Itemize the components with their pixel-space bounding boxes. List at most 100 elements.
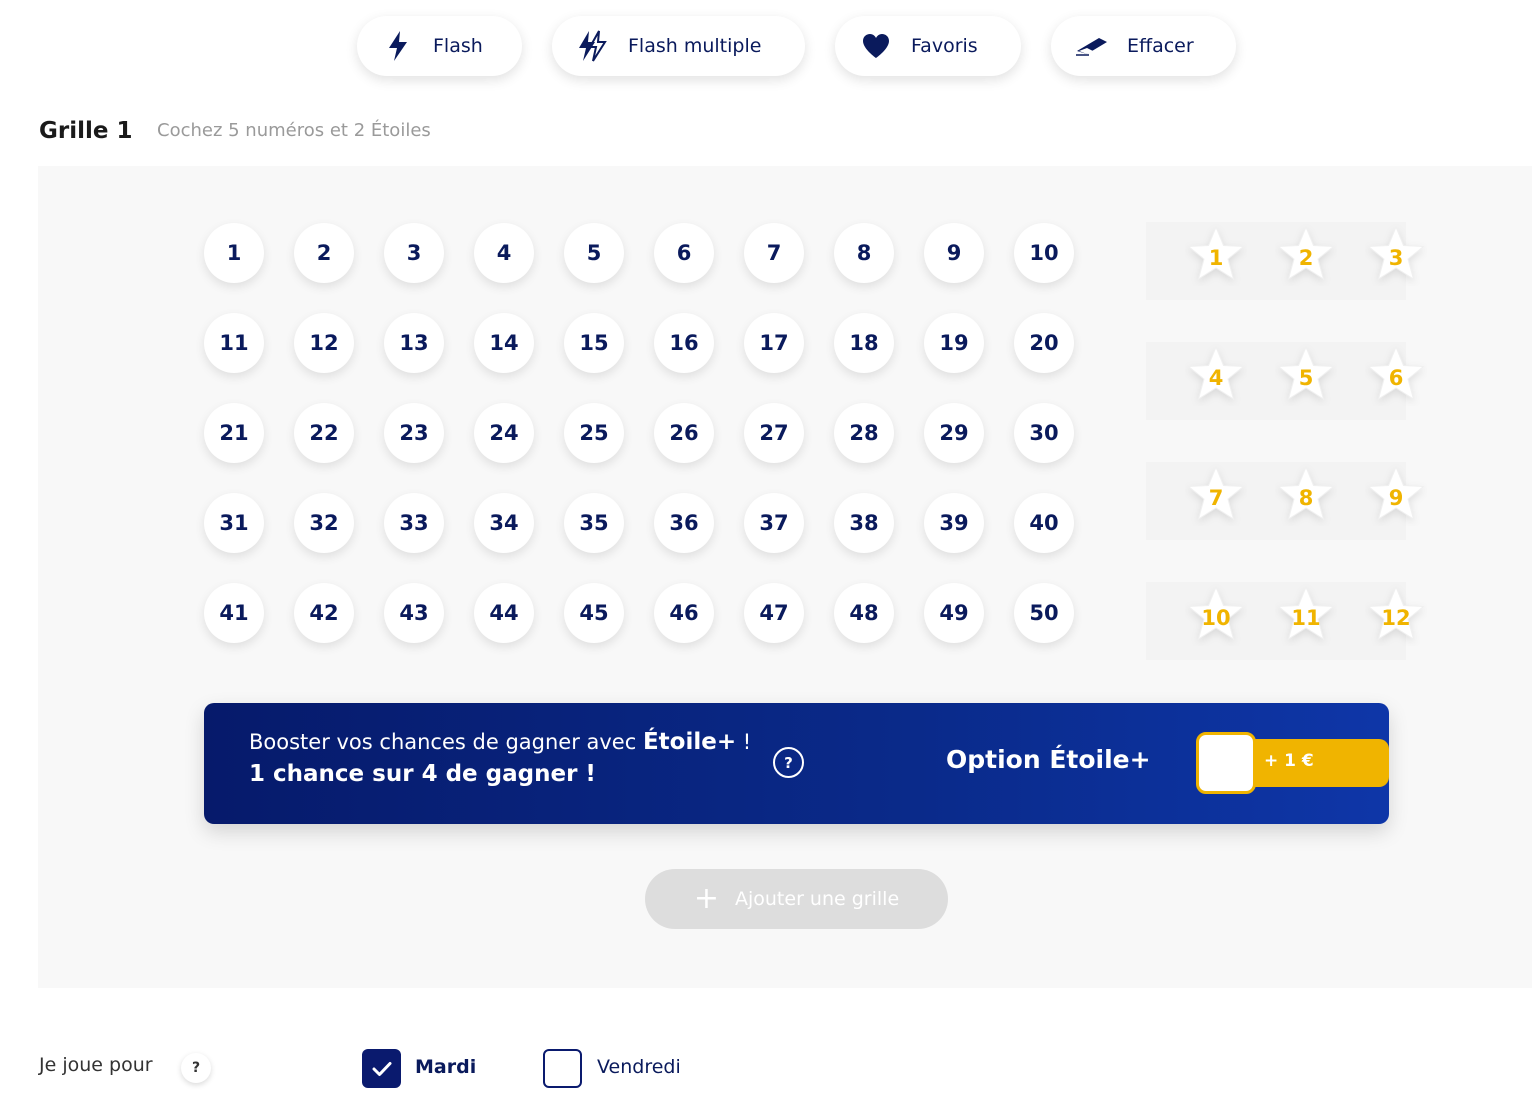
number-ball[interactable]: 39 xyxy=(924,493,984,553)
number-ball[interactable]: 20 xyxy=(1014,313,1074,373)
checkmark-icon xyxy=(372,1061,391,1076)
number-ball[interactable]: 26 xyxy=(654,403,714,463)
eraser-icon xyxy=(1075,29,1109,63)
number-ball[interactable]: 21 xyxy=(204,403,264,463)
number-ball[interactable]: 12 xyxy=(294,313,354,373)
number-ball[interactable]: 4 xyxy=(474,223,534,283)
number-ball[interactable]: 16 xyxy=(654,313,714,373)
number-ball[interactable]: 37 xyxy=(744,493,804,553)
number-ball[interactable]: 15 xyxy=(564,313,624,373)
number-ball[interactable]: 8 xyxy=(834,223,894,283)
flash-button[interactable]: Flash xyxy=(357,16,522,76)
number-ball[interactable]: 45 xyxy=(564,583,624,643)
number-ball[interactable]: 17 xyxy=(744,313,804,373)
number-ball[interactable]: 29 xyxy=(924,403,984,463)
play-days-help-button[interactable]: ? xyxy=(181,1053,211,1083)
number-ball[interactable]: 32 xyxy=(294,493,354,553)
number-ball[interactable]: 9 xyxy=(924,223,984,283)
flash-label: Flash xyxy=(433,35,483,57)
effacer-button[interactable]: Effacer xyxy=(1051,16,1236,76)
number-ball[interactable]: 49 xyxy=(924,583,984,643)
star-ball[interactable]: 10 xyxy=(1185,584,1247,646)
number-ball[interactable]: 11 xyxy=(204,313,264,373)
star-number: 5 xyxy=(1298,366,1314,390)
star-ball[interactable]: 5 xyxy=(1275,344,1337,406)
option-etoile-plus-label: Option Étoile+ xyxy=(946,745,1151,774)
number-ball[interactable]: 46 xyxy=(654,583,714,643)
number-ball[interactable]: 50 xyxy=(1014,583,1074,643)
number-ball[interactable]: 30 xyxy=(1014,403,1074,463)
add-grid-button[interactable]: + Ajouter une grille xyxy=(645,869,948,929)
favoris-button[interactable]: Favoris xyxy=(835,16,1021,76)
number-ball[interactable]: 42 xyxy=(294,583,354,643)
star-ball[interactable]: 2 xyxy=(1275,224,1337,286)
promo-suffix: ! xyxy=(736,730,752,754)
number-ball[interactable]: 31 xyxy=(204,493,264,553)
number-ball[interactable]: 18 xyxy=(834,313,894,373)
star-ball[interactable]: 12 xyxy=(1365,584,1427,646)
promo-prefix: Booster vos chances de gagner avec xyxy=(249,730,643,754)
number-ball[interactable]: 48 xyxy=(834,583,894,643)
star-ball[interactable]: 7 xyxy=(1185,464,1247,526)
number-ball[interactable]: 1 xyxy=(204,223,264,283)
number-ball[interactable]: 34 xyxy=(474,493,534,553)
star-number: 3 xyxy=(1388,246,1404,270)
number-ball[interactable]: 19 xyxy=(924,313,984,373)
promo-chance-text: 1 chance sur 4 de gagner ! xyxy=(249,761,596,787)
number-ball[interactable]: 3 xyxy=(384,223,444,283)
star-ball[interactable]: 4 xyxy=(1185,344,1247,406)
number-ball[interactable]: 28 xyxy=(834,403,894,463)
number-ball[interactable]: 40 xyxy=(1014,493,1074,553)
promo-brand: Étoile+ xyxy=(642,729,737,755)
number-ball[interactable]: 44 xyxy=(474,583,534,643)
promo-help-button[interactable]: ? xyxy=(773,747,804,778)
star-number: 12 xyxy=(1381,606,1411,630)
number-ball[interactable]: 23 xyxy=(384,403,444,463)
number-ball[interactable]: 14 xyxy=(474,313,534,373)
number-ball[interactable]: 38 xyxy=(834,493,894,553)
star-number: 6 xyxy=(1388,366,1404,390)
number-ball[interactable]: 25 xyxy=(564,403,624,463)
grid-panel: 1 2 3 4 5 6 7 8 9 10 11 12 13 14 15 16 17 18 19 20 21 22 23 24 2… xyxy=(38,166,1532,988)
double-lightning-icon xyxy=(576,29,610,63)
number-ball[interactable]: 47 xyxy=(744,583,804,643)
mardi-label[interactable]: Mardi xyxy=(415,1056,476,1078)
number-ball[interactable]: 22 xyxy=(294,403,354,463)
star-ball[interactable]: 1 xyxy=(1185,224,1247,286)
number-ball[interactable]: 35 xyxy=(564,493,624,553)
star-number: 4 xyxy=(1208,366,1224,390)
vendredi-checkbox[interactable] xyxy=(543,1049,582,1088)
grid-instruction: Cochez 5 numéros et 2 Étoiles xyxy=(157,120,431,141)
mardi-checkbox[interactable] xyxy=(362,1049,401,1088)
add-grid-label: Ajouter une grille xyxy=(734,888,900,910)
number-ball[interactable]: 36 xyxy=(654,493,714,553)
star-number: 7 xyxy=(1208,486,1224,510)
flash-multiple-button[interactable]: Flash multiple xyxy=(552,16,805,76)
star-ball[interactable]: 9 xyxy=(1365,464,1427,526)
vendredi-label[interactable]: Vendredi xyxy=(597,1056,681,1078)
star-number: 8 xyxy=(1298,486,1314,510)
heart-icon xyxy=(859,29,893,63)
option-price: + 1 € xyxy=(1264,751,1314,771)
number-ball[interactable]: 2 xyxy=(294,223,354,283)
star-ball[interactable]: 6 xyxy=(1365,344,1427,406)
star-ball[interactable]: 3 xyxy=(1365,224,1427,286)
play-days-label: Je joue pour xyxy=(39,1054,153,1076)
number-ball[interactable]: 43 xyxy=(384,583,444,643)
number-ball[interactable]: 5 xyxy=(564,223,624,283)
option-etoile-plus-toggle[interactable]: + 1 € xyxy=(1244,739,1389,787)
number-ball[interactable]: 10 xyxy=(1014,223,1074,283)
number-ball[interactable]: 41 xyxy=(204,583,264,643)
number-ball[interactable]: 24 xyxy=(474,403,534,463)
star-number: 10 xyxy=(1201,606,1231,630)
star-ball[interactable]: 11 xyxy=(1275,584,1337,646)
number-ball[interactable]: 13 xyxy=(384,313,444,373)
star-ball[interactable]: 8 xyxy=(1275,464,1337,526)
toggle-knob[interactable] xyxy=(1196,732,1256,794)
flash-multiple-label: Flash multiple xyxy=(628,35,762,57)
number-ball[interactable]: 27 xyxy=(744,403,804,463)
number-ball[interactable]: 33 xyxy=(384,493,444,553)
promo-text: Booster vos chances de gagner avec Étoil… xyxy=(249,729,751,755)
number-ball[interactable]: 6 xyxy=(654,223,714,283)
number-ball[interactable]: 7 xyxy=(744,223,804,283)
